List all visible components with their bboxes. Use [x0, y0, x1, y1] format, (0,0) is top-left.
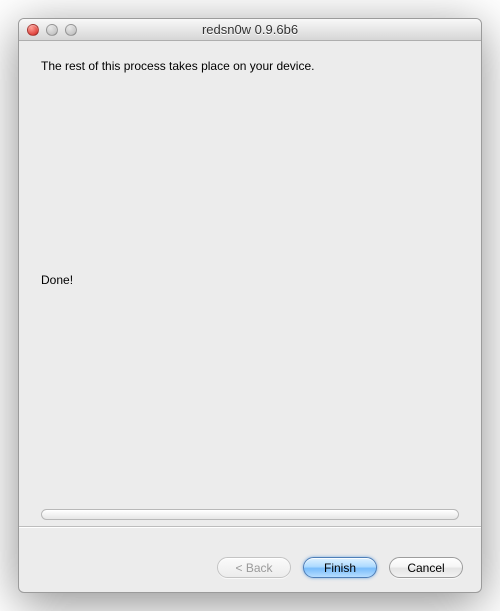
finish-button[interactable]: Finish [303, 557, 377, 578]
progress-bar [41, 509, 459, 520]
progress-area [41, 509, 459, 535]
content-area: The rest of this process takes place on … [19, 41, 481, 545]
app-window: redsn0w 0.9.6b6 The rest of this process… [18, 18, 482, 593]
close-icon[interactable] [27, 24, 39, 36]
button-row: < Back Finish Cancel [19, 545, 481, 592]
separator [19, 526, 481, 527]
status-text: Done! [41, 273, 459, 287]
back-button: < Back [217, 557, 291, 578]
window-controls [27, 24, 77, 36]
window-title: redsn0w 0.9.6b6 [202, 22, 298, 37]
minimize-icon [46, 24, 58, 36]
instruction-text: The rest of this process takes place on … [41, 59, 459, 73]
zoom-icon [65, 24, 77, 36]
cancel-button[interactable]: Cancel [389, 557, 463, 578]
titlebar: redsn0w 0.9.6b6 [19, 19, 481, 41]
